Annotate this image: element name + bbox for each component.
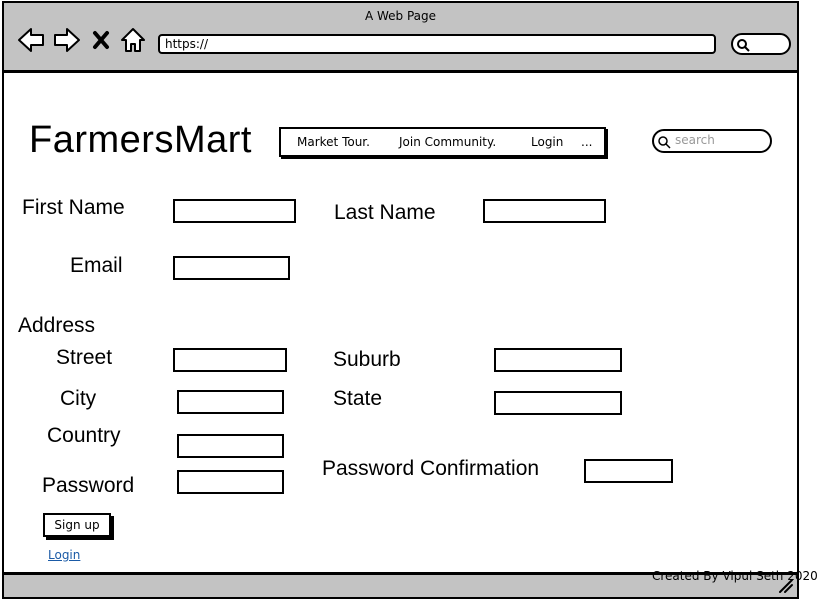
site-nav: Market Tour. Join Community. Login ... bbox=[279, 127, 606, 157]
search-placeholder: search bbox=[675, 133, 715, 147]
email-field[interactable] bbox=[173, 256, 290, 280]
street-label: Street bbox=[56, 346, 113, 369]
first-name-field[interactable] bbox=[173, 199, 296, 223]
browser-toolbar: A Web Page https:// bbox=[2, 1, 799, 73]
nav-join-community[interactable]: Join Community. bbox=[399, 135, 496, 149]
city-field[interactable] bbox=[177, 390, 284, 414]
password-confirmation-field[interactable] bbox=[584, 459, 673, 483]
country-field[interactable] bbox=[177, 434, 284, 458]
password-label: Password bbox=[42, 474, 135, 497]
arrow-right-icon bbox=[54, 28, 80, 52]
login-link[interactable]: Login bbox=[48, 548, 80, 562]
back-button[interactable] bbox=[16, 25, 46, 55]
country-label: Country bbox=[47, 424, 121, 447]
state-field[interactable] bbox=[494, 391, 622, 415]
first-name-label: First Name bbox=[22, 196, 125, 219]
email-label: Email bbox=[70, 254, 123, 277]
browser-search-button[interactable] bbox=[731, 33, 791, 55]
home-icon bbox=[121, 28, 145, 52]
signup-button[interactable]: Sign up bbox=[43, 513, 111, 537]
stop-button[interactable] bbox=[90, 25, 112, 55]
street-field[interactable] bbox=[173, 348, 287, 372]
suburb-field[interactable] bbox=[494, 348, 622, 372]
city-label: City bbox=[60, 387, 97, 410]
nav-login[interactable]: Login bbox=[531, 135, 563, 149]
site-logo[interactable]: FarmersMart bbox=[29, 119, 252, 162]
password-field[interactable] bbox=[177, 470, 284, 494]
search-icon bbox=[658, 136, 671, 149]
window-title: A Web Page bbox=[364, 9, 437, 23]
suburb-label: Suburb bbox=[333, 348, 401, 371]
browser-window bbox=[2, 1, 799, 599]
arrow-left-icon bbox=[18, 28, 44, 52]
forward-button[interactable] bbox=[52, 25, 82, 55]
url-input[interactable]: https:// bbox=[158, 34, 716, 54]
nav-market-tour[interactable]: Market Tour. bbox=[297, 135, 370, 149]
last-name-label: Last Name bbox=[334, 201, 436, 224]
password-confirmation-label: Password Confirmation bbox=[322, 457, 540, 480]
home-button[interactable] bbox=[118, 25, 148, 55]
close-icon bbox=[93, 31, 109, 49]
search-icon bbox=[737, 39, 750, 52]
site-search-input[interactable]: search bbox=[652, 129, 772, 153]
last-name-field[interactable] bbox=[483, 199, 606, 223]
state-label: State bbox=[333, 387, 383, 410]
resize-handle-icon[interactable] bbox=[778, 578, 794, 594]
nav-more[interactable]: ... bbox=[581, 135, 592, 149]
address-label: Address bbox=[18, 314, 96, 337]
